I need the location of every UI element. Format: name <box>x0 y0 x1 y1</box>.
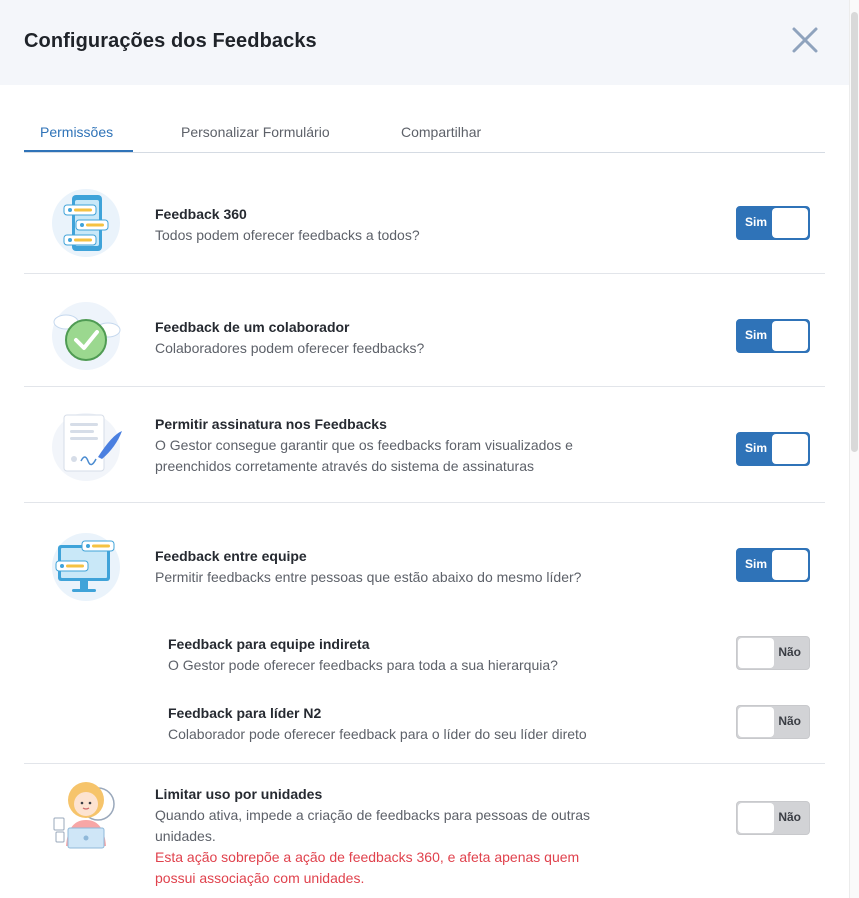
setting-warning-line: possui associação com unidades. <box>155 870 365 886</box>
assinatura-toggle[interactable]: Sim <box>736 432 810 466</box>
divider <box>24 386 825 387</box>
person-laptop-illustration <box>46 774 126 854</box>
feedback-equipe-toggle[interactable]: Sim <box>736 548 810 582</box>
toggle-label: Sim <box>745 328 768 342</box>
setting-description: O Gestor pode oferecer feedbacks para to… <box>168 657 558 673</box>
toggle-knob <box>738 707 774 737</box>
setting-description: Permitir feedbacks entre pessoas que est… <box>155 569 582 585</box>
setting-equipe-indireta: Feedback para equipe indireta O Gestor p… <box>168 634 558 676</box>
setting-assinatura: Permitir assinatura nos Feedbacks O Gest… <box>155 414 573 477</box>
limitar-unidades-toggle[interactable]: Não <box>736 801 810 835</box>
tab-permissoes[interactable]: Permissões <box>40 124 113 140</box>
toggle-knob <box>772 550 808 580</box>
toggle-knob <box>772 208 808 238</box>
close-icon[interactable] <box>789 24 821 56</box>
checkmark-cloud-illustration <box>46 296 126 376</box>
document-signature-illustration <box>46 405 126 485</box>
toggle-label: Não <box>778 810 801 824</box>
tab-compartilhar[interactable]: Compartilhar <box>401 124 481 140</box>
scrollbar-thumb[interactable] <box>851 12 858 452</box>
setting-name: Feedback entre equipe <box>155 548 307 564</box>
equipe-indireta-toggle[interactable]: Não <box>736 636 810 670</box>
feedback-colaborador-toggle[interactable]: Sim <box>736 319 810 353</box>
setting-name: Feedback para líder N2 <box>168 705 322 721</box>
setting-name: Feedback 360 <box>155 206 247 222</box>
tab-personalizar-formulario[interactable]: Personalizar Formulário <box>181 124 330 140</box>
toggle-knob <box>738 803 774 833</box>
toggle-knob <box>738 638 774 668</box>
setting-limitar-unidades: Limitar uso por unidades Quando ativa, i… <box>155 784 590 889</box>
modal-title: Configurações dos Feedbacks <box>24 30 317 52</box>
lider-n2-toggle[interactable]: Não <box>736 705 810 739</box>
divider <box>24 763 825 764</box>
toggle-label: Sim <box>745 441 768 455</box>
setting-warning-line: Esta ação sobrepõe a ação de feedbacks 3… <box>155 849 580 865</box>
setting-lider-n2: Feedback para líder N2 Colaborador pode … <box>168 703 587 745</box>
setting-name: Feedback para equipe indireta <box>168 636 370 652</box>
monitor-feedback-illustration <box>46 527 126 607</box>
setting-description-line: preenchidos corretamente através do sist… <box>155 458 534 474</box>
active-tab-indicator <box>24 150 133 152</box>
toggle-label: Sim <box>745 557 768 571</box>
tab-bar: Permissões Personalizar Formulário Compa… <box>24 110 825 153</box>
setting-name: Limitar uso por unidades <box>155 786 323 802</box>
toggle-knob <box>772 321 808 351</box>
setting-name: Feedback de um colaborador <box>155 319 350 335</box>
setting-feedback-colaborador: Feedback de um colaborador Colaboradores… <box>155 317 424 359</box>
setting-feedback-equipe: Feedback entre equipe Permitir feedbacks… <box>155 546 581 588</box>
setting-description-line: unidades. <box>155 828 216 844</box>
toggle-knob <box>772 434 808 464</box>
toggle-label: Sim <box>745 215 768 229</box>
modal-header: Configurações dos Feedbacks <box>0 0 849 85</box>
toggle-label: Não <box>778 714 801 728</box>
setting-description: Todos podem oferecer feedbacks a todos? <box>155 227 420 243</box>
setting-description: Colaboradores podem oferecer feedbacks? <box>155 340 425 356</box>
feedback-360-toggle[interactable]: Sim <box>736 206 810 240</box>
setting-feedback-360: Feedback 360 Todos podem oferecer feedba… <box>155 204 420 246</box>
setting-description-line: O Gestor consegue garantir que os feedba… <box>155 437 573 453</box>
setting-name: Permitir assinatura nos Feedbacks <box>155 416 387 432</box>
divider <box>24 273 825 274</box>
setting-description: Colaborador pode oferecer feedback para … <box>168 726 587 742</box>
divider <box>24 502 825 503</box>
scrollbar[interactable] <box>849 0 859 898</box>
toggle-label: Não <box>778 645 801 659</box>
phone-feedback-illustration <box>46 183 126 263</box>
setting-description-line: Quando ativa, impede a criação de feedba… <box>155 807 591 823</box>
